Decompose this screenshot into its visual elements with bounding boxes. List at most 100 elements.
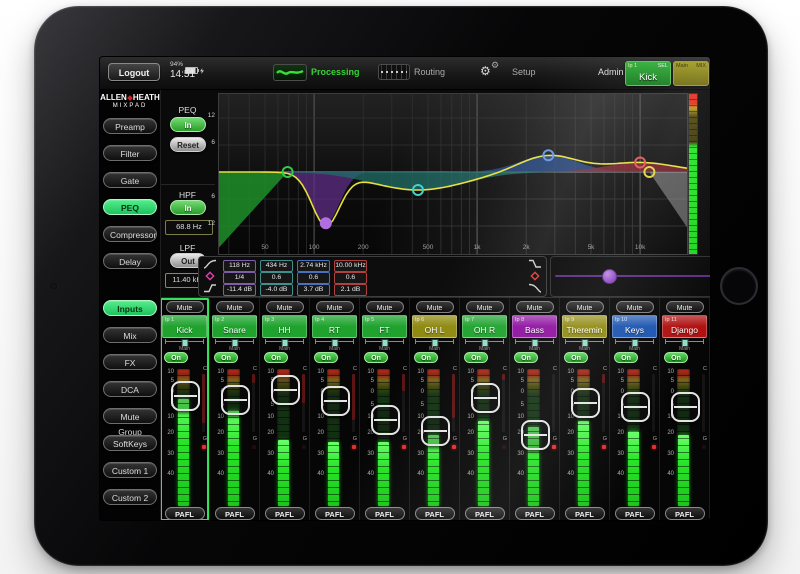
nav-button-dca[interactable]: DCA — [103, 381, 157, 397]
channel-name-box[interactable]: Ip 5 FT — [362, 315, 407, 338]
band2-freq-readout[interactable]: 434 Hz — [260, 260, 293, 272]
band1-freq-readout[interactable]: 118 Hz — [223, 260, 256, 272]
channel-name-box[interactable]: Ip 11 Django — [662, 315, 707, 338]
fader-track[interactable] — [627, 369, 640, 506]
nav-button-delay[interactable]: Delay — [103, 253, 157, 269]
fader-knob[interactable] — [421, 416, 450, 446]
nav-button-compressor[interactable]: Compressor — [103, 226, 157, 242]
nav-button-mix[interactable]: Mix — [103, 327, 157, 343]
nav-button-inputs[interactable]: Inputs — [103, 300, 157, 316]
band4-freq-readout[interactable]: 10.00 kHz — [334, 260, 367, 272]
fader-knob[interactable] — [471, 383, 500, 413]
band1-handle[interactable] — [321, 218, 331, 228]
mix-select-button[interactable]: Main MIX — [673, 61, 709, 86]
pan-slider[interactable] — [613, 338, 656, 346]
channel-name-box[interactable]: Ip 3 HH — [262, 315, 307, 338]
band2-gain-readout[interactable]: -4.0 dB — [260, 284, 293, 296]
on-button[interactable]: On — [314, 352, 338, 363]
pan-slider[interactable] — [263, 338, 306, 346]
band1-width-readout[interactable]: 1/4 — [223, 272, 256, 284]
mute-button[interactable]: Mute — [166, 301, 204, 313]
tab-routing[interactable]: Routing — [378, 62, 445, 82]
pafl-button[interactable]: PAFL — [215, 507, 255, 520]
pafl-button[interactable]: PAFL — [165, 507, 205, 520]
pafl-button[interactable]: PAFL — [665, 507, 705, 520]
fader-track[interactable] — [377, 369, 390, 506]
pan-slider[interactable] — [163, 338, 206, 346]
nav-button-filter[interactable]: Filter — [103, 145, 157, 161]
pan-slider[interactable] — [363, 338, 406, 346]
pan-slider[interactable] — [463, 338, 506, 346]
nav-button-mute-group[interactable]: Mute Group — [103, 408, 157, 424]
pan-slider[interactable] — [563, 338, 606, 346]
home-button[interactable] — [720, 267, 758, 305]
on-button[interactable]: On — [414, 352, 438, 363]
tab-setup[interactable]: ⚙⚙ Setup — [478, 62, 536, 82]
band3-freq-readout[interactable]: 2.74 kHz — [297, 260, 330, 272]
nav-button-custom-1[interactable]: Custom 1 — [103, 462, 157, 478]
logout-button[interactable]: Logout — [108, 63, 160, 81]
mute-button[interactable]: Mute — [316, 301, 354, 313]
pan-slider[interactable] — [213, 338, 256, 346]
pafl-button[interactable]: PAFL — [565, 507, 605, 520]
fader-knob[interactable] — [671, 392, 700, 422]
width-slider-track[interactable] — [555, 275, 710, 277]
fader-knob[interactable] — [571, 388, 600, 418]
channel-name-box[interactable]: Ip 9 Theremin — [562, 315, 607, 338]
mute-button[interactable]: Mute — [216, 301, 254, 313]
band1-type-icons[interactable] — [202, 259, 218, 293]
on-button[interactable]: On — [364, 352, 388, 363]
fader-knob[interactable] — [371, 405, 400, 435]
channel-name-box[interactable]: Ip 10 Keys — [612, 315, 657, 338]
nav-button-gate[interactable]: Gate — [103, 172, 157, 188]
pafl-button[interactable]: PAFL — [515, 507, 555, 520]
width-slider-handle[interactable] — [602, 269, 617, 284]
channel-name-box[interactable]: Ip 2 Snare — [212, 315, 257, 338]
on-button[interactable]: On — [264, 352, 288, 363]
tab-processing[interactable]: Processing — [273, 62, 360, 82]
pafl-button[interactable]: PAFL — [465, 507, 505, 520]
nav-button-peq[interactable]: PEQ — [103, 199, 157, 215]
fader-knob[interactable] — [521, 420, 550, 450]
band2-width-readout[interactable]: 0.6 — [260, 272, 293, 284]
pafl-button[interactable]: PAFL — [615, 507, 655, 520]
fader-track[interactable] — [677, 369, 690, 506]
nav-button-softkeys[interactable]: SoftKeys — [103, 435, 157, 451]
fader-knob[interactable] — [621, 392, 650, 422]
on-button[interactable]: On — [214, 352, 238, 363]
on-button[interactable]: On — [664, 352, 688, 363]
mute-button[interactable]: Mute — [466, 301, 504, 313]
band4-width-readout[interactable]: 0.6 — [334, 272, 367, 284]
on-button[interactable]: On — [564, 352, 588, 363]
pan-slider[interactable] — [413, 338, 456, 346]
band3-gain-readout[interactable]: 3.7 dB — [297, 284, 330, 296]
channel-name-box[interactable]: Ip 4 RT — [312, 315, 357, 338]
band1-gain-readout[interactable]: -11.4 dB — [223, 284, 256, 296]
channel-name-box[interactable]: Ip 8 Bass — [512, 315, 557, 338]
eq-graph[interactable]: 501002005001k2k5k10k — [218, 93, 688, 255]
channel-name-box[interactable]: Ip 6 OH L — [412, 315, 457, 338]
pafl-button[interactable]: PAFL — [265, 507, 305, 520]
mute-button[interactable]: Mute — [266, 301, 304, 313]
fader-knob[interactable] — [271, 375, 300, 405]
mute-button[interactable]: Mute — [566, 301, 604, 313]
band4-gain-readout[interactable]: 2.1 dB — [334, 284, 367, 296]
mute-button[interactable]: Mute — [666, 301, 704, 313]
selected-channel-button[interactable]: Ip 1 SEL Kick — [625, 61, 671, 86]
channel-name-box[interactable]: Ip 1 Kick — [162, 315, 207, 338]
channel-name-box[interactable]: Ip 7 OH R — [462, 315, 507, 338]
mute-button[interactable]: Mute — [416, 301, 454, 313]
fader-knob[interactable] — [221, 385, 250, 415]
on-button[interactable]: On — [614, 352, 638, 363]
pafl-button[interactable]: PAFL — [365, 507, 405, 520]
pafl-button[interactable]: PAFL — [415, 507, 455, 520]
on-button[interactable]: On — [164, 352, 188, 363]
pafl-button[interactable]: PAFL — [315, 507, 355, 520]
nav-button-preamp[interactable]: Preamp — [103, 118, 157, 134]
pan-slider[interactable] — [663, 338, 706, 346]
pan-slider[interactable] — [513, 338, 556, 346]
fader-knob[interactable] — [321, 386, 350, 416]
on-button[interactable]: On — [514, 352, 538, 363]
band4-type-icons[interactable] — [527, 259, 543, 293]
nav-button-custom-2[interactable]: Custom 2 — [103, 489, 157, 505]
